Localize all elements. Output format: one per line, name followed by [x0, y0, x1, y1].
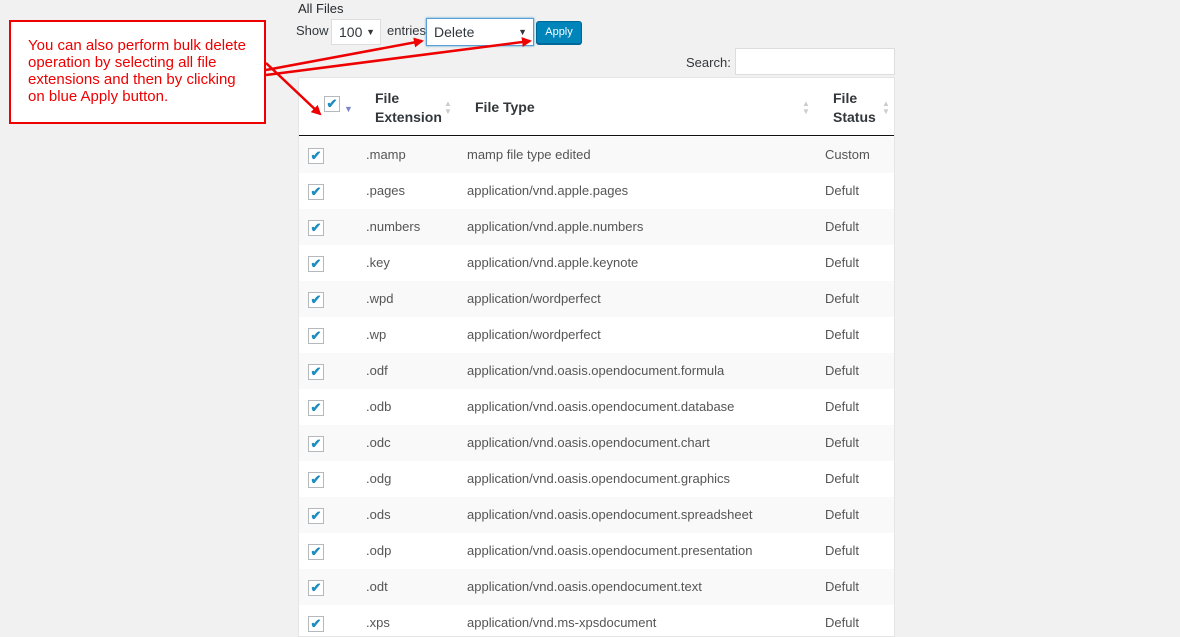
table-row: ✔ .xps application/vnd.ms-xpsdocument Deful… [299, 605, 894, 636]
row-checkbox[interactable]: ✔ [308, 616, 324, 632]
cell-status: Defult [825, 183, 859, 198]
search-label: Search: [686, 55, 731, 70]
chevron-down-icon: ▼ [518, 27, 527, 37]
entries-value: 100 [339, 24, 363, 40]
sort-icon[interactable]: ▲ ▼ [802, 100, 810, 116]
cell-file-type: application/vnd.apple.numbers [467, 219, 644, 234]
cell-file-type: application/vnd.oasis.opendocument.graph… [467, 471, 731, 486]
chevron-down-icon: ▼ [366, 27, 375, 37]
file-types-table: ✔ ▼ File Extension ▲ ▼ File Type ▲ ▼ File … [298, 77, 895, 637]
table-row: ✔ .numbers application/vnd.apple.numbers De… [299, 209, 894, 245]
select-all-checkbox[interactable]: ✔ [324, 96, 340, 112]
show-label: Show [296, 23, 329, 38]
cell-status: Defult [825, 507, 859, 522]
table-row: ✔ .wpd application/wordperfect Defult [299, 281, 894, 317]
cell-status: Defult [825, 255, 859, 270]
cell-extension: .odb [366, 399, 392, 414]
cell-status: Defult [825, 471, 859, 486]
header-text: Extension [375, 109, 442, 125]
entries-per-page-select[interactable]: 100 ▼ [331, 19, 381, 45]
cell-extension: .numbers [366, 219, 421, 234]
bulk-action-select[interactable]: Delete ▼ [426, 18, 534, 46]
table-row: ✔ .key application/vnd.apple.keynote Defult [299, 245, 894, 281]
cell-file-type: application/vnd.oasis.opendocument.sprea… [467, 507, 753, 522]
cell-status: Defult [825, 363, 859, 378]
row-checkbox[interactable]: ✔ [308, 544, 324, 560]
row-checkbox[interactable]: ✔ [308, 580, 324, 596]
cell-extension: .xps [366, 615, 390, 630]
cell-status: Defult [825, 579, 859, 594]
cell-file-type: mamp file type edited [467, 147, 591, 162]
row-checkbox[interactable]: ✔ [308, 436, 324, 452]
table-row: ✔ .odc application/vnd.oasis.opendocument.… [299, 425, 894, 461]
cell-extension: .mamp [366, 147, 406, 162]
table-row: ✔ .pages application/vnd.apple.pages Defult [299, 173, 894, 209]
row-checkbox[interactable]: ✔ [308, 364, 324, 380]
sort-icon[interactable]: ▲ ▼ [444, 100, 452, 116]
row-checkbox[interactable]: ✔ [308, 508, 324, 524]
cell-file-type: application/vnd.oasis.opendocument.formu… [467, 363, 725, 378]
cell-file-type: application/vnd.oasis.opendocument.chart [467, 435, 710, 450]
row-checkbox[interactable]: ✔ [308, 220, 324, 236]
table-row: ✔ .ods application/vnd.oasis.opendocument.… [299, 497, 894, 533]
sort-icon[interactable]: ▲ ▼ [882, 100, 890, 116]
arrow-to-bulk-select [265, 37, 424, 72]
cell-file-type: application/wordperfect [467, 327, 601, 342]
cell-extension: .wp [366, 327, 387, 342]
apply-button[interactable]: Apply [536, 21, 582, 44]
cell-file-type: application/vnd.apple.keynote [467, 255, 639, 270]
cell-status: Defult [825, 291, 859, 306]
annotation-callout: You can also perform bulk delete operati… [9, 20, 266, 124]
row-checkbox[interactable]: ✔ [308, 328, 324, 344]
cell-file-type: application/vnd.apple.pages [467, 183, 629, 198]
cell-status: Defult [825, 219, 859, 234]
bulk-action-value: Delete [434, 24, 475, 40]
row-checkbox[interactable]: ✔ [308, 292, 324, 308]
table-row: ✔ .wp application/wordperfect Defult [299, 317, 894, 353]
cell-file-type: application/vnd.oasis.opendocument.datab… [467, 399, 735, 414]
cell-extension: .key [366, 255, 390, 270]
table-row: ✔ .mamp mamp file type edited Custom [299, 137, 894, 173]
cell-status: Defult [825, 435, 859, 450]
table-row: ✔ .odf application/vnd.oasis.opendocument.… [299, 353, 894, 389]
table-header: ✔ ▼ File Extension ▲ ▼ File Type ▲ ▼ File … [299, 78, 894, 136]
search-input[interactable] [735, 48, 895, 75]
row-checkbox[interactable]: ✔ [308, 472, 324, 488]
table-row: ✔ .odt application/vnd.oasis.opendocument.… [299, 569, 894, 605]
cell-file-type: application/wordperfect [467, 291, 601, 306]
row-checkbox[interactable]: ✔ [308, 148, 324, 164]
cell-extension: .ods [366, 507, 391, 522]
column-header-extension[interactable]: File Extension [375, 89, 442, 127]
column-header-file-type[interactable]: File Type [475, 98, 535, 117]
cell-extension: .pages [366, 183, 406, 198]
cell-status: Custom [825, 147, 870, 162]
table-row: ✔ .odb application/vnd.oasis.opendocument.… [299, 389, 894, 425]
cell-extension: .odg [366, 471, 392, 486]
cell-status: Defult [825, 327, 859, 342]
cell-extension: .odc [366, 435, 391, 450]
sort-desc-icon[interactable]: ▼ [344, 104, 353, 114]
table-row: ✔ .odg application/vnd.oasis.opendocument.… [299, 461, 894, 497]
column-header-status[interactable]: File Status [833, 89, 876, 127]
row-checkbox[interactable]: ✔ [308, 184, 324, 200]
cell-extension: .odp [366, 543, 392, 558]
header-text: Status [833, 109, 876, 125]
arrow-to-apply [265, 37, 532, 77]
header-text: File [375, 90, 400, 106]
cell-file-type: application/vnd.oasis.opendocument.prese… [467, 543, 753, 558]
row-checkbox[interactable]: ✔ [308, 400, 324, 416]
cell-file-type: application/vnd.oasis.opendocument.text [467, 579, 702, 594]
header-text: File [833, 90, 858, 106]
cell-extension: .wpd [366, 291, 394, 306]
table-row: ✔ .odp application/vnd.oasis.opendocument.… [299, 533, 894, 569]
cell-status: Defult [825, 399, 859, 414]
cell-file-type: application/vnd.ms-xpsdocument [467, 615, 657, 630]
cell-status: Defult [825, 615, 859, 630]
page-title: All Files [298, 1, 344, 16]
entries-label: entries [387, 23, 427, 38]
cell-status: Defult [825, 543, 859, 558]
row-checkbox[interactable]: ✔ [308, 256, 324, 272]
cell-extension: .odt [366, 579, 388, 594]
cell-extension: .odf [366, 363, 388, 378]
